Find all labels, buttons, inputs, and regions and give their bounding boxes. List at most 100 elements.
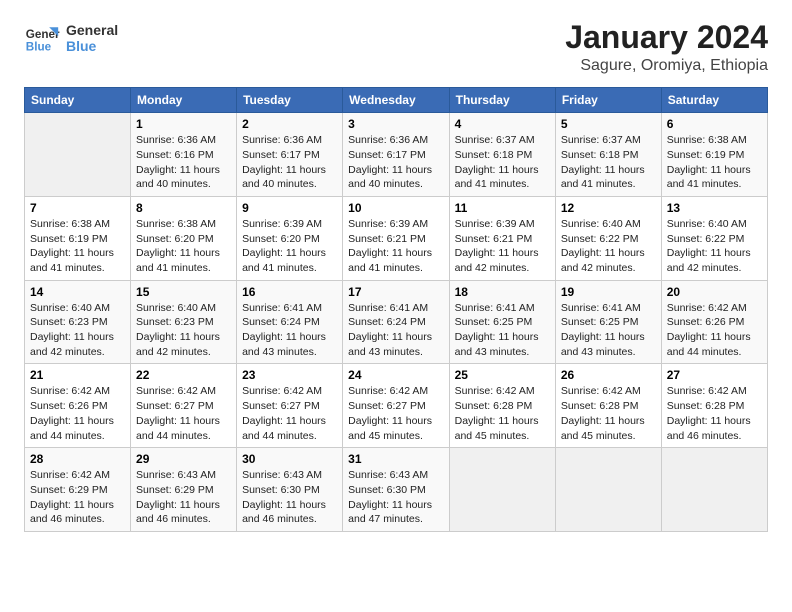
weekday-header-wednesday: Wednesday	[343, 88, 449, 113]
logo-line2: Blue	[66, 38, 118, 54]
weekday-header-saturday: Saturday	[661, 88, 767, 113]
calendar-cell: 17Sunrise: 6:41 AM Sunset: 6:24 PM Dayli…	[343, 280, 449, 364]
calendar-cell: 24 Sunrise: 6:42 AM Sunset: 6:27 PM Dayli…	[343, 364, 449, 448]
day-number: 7	[30, 201, 125, 215]
day-detail: Sunrise: 6:37 AM Sunset: 6:18 PM Dayligh…	[561, 133, 656, 192]
calendar-cell: 5 Sunrise: 6:37 AM Sunset: 6:18 PM Daylig…	[555, 113, 661, 197]
day-number: 29	[136, 452, 231, 466]
day-number: 15	[136, 285, 231, 299]
calendar-cell: 14 Sunrise: 6:40 AM Sunset: 6:23 PM Dayli…	[25, 280, 131, 364]
day-detail: Sunrise: 6:42 AM Sunset: 6:28 PM Dayligh…	[561, 384, 656, 443]
day-number: 9	[242, 201, 337, 215]
weekday-header-sunday: Sunday	[25, 88, 131, 113]
day-detail: Sunrise: 6:43 AM Sunset: 6:30 PM Dayligh…	[242, 468, 337, 527]
logo-icon: General Blue	[24, 20, 60, 56]
calendar-cell: 4 Sunrise: 6:37 AM Sunset: 6:18 PM Daylig…	[449, 113, 555, 197]
calendar-cell: 7 Sunrise: 6:38 AM Sunset: 6:19 PM Daylig…	[25, 196, 131, 280]
calendar-week-3: 14 Sunrise: 6:40 AM Sunset: 6:23 PM Dayli…	[25, 280, 768, 364]
day-number: 11	[455, 201, 550, 215]
day-number: 14	[30, 285, 125, 299]
day-number: 16	[242, 285, 337, 299]
calendar-cell: 10 Sunrise: 6:39 AM Sunset: 6:21 PM Dayli…	[343, 196, 449, 280]
day-number: 18	[455, 285, 550, 299]
day-detail: Sunrise: 6:36 AM Sunset: 6:17 PM Dayligh…	[242, 133, 337, 192]
day-detail: Sunrise: 6:41 AM Sunset: 6:25 PM Dayligh…	[561, 301, 656, 360]
weekday-header-row: SundayMondayTuesdayWednesdayThursdayFrid…	[25, 88, 768, 113]
day-detail: Sunrise: 6:42 AM Sunset: 6:27 PM Dayligh…	[348, 384, 443, 443]
day-detail: Sunrise: 6:42 AM Sunset: 6:28 PM Dayligh…	[455, 384, 550, 443]
calendar-week-2: 7 Sunrise: 6:38 AM Sunset: 6:19 PM Daylig…	[25, 196, 768, 280]
calendar-cell: 28Sunrise: 6:42 AM Sunset: 6:29 PM Dayli…	[25, 448, 131, 532]
calendar-cell: 12 Sunrise: 6:40 AM Sunset: 6:22 PM Dayli…	[555, 196, 661, 280]
weekday-header-tuesday: Tuesday	[237, 88, 343, 113]
day-number: 30	[242, 452, 337, 466]
calendar-cell: 13Sunrise: 6:40 AM Sunset: 6:22 PM Dayli…	[661, 196, 767, 280]
calendar-cell: 11Sunrise: 6:39 AM Sunset: 6:21 PM Dayli…	[449, 196, 555, 280]
day-number: 17	[348, 285, 443, 299]
day-detail: Sunrise: 6:43 AM Sunset: 6:30 PM Dayligh…	[348, 468, 443, 527]
day-detail: Sunrise: 6:42 AM Sunset: 6:26 PM Dayligh…	[667, 301, 762, 360]
calendar-cell: 27Sunrise: 6:42 AM Sunset: 6:28 PM Dayli…	[661, 364, 767, 448]
calendar-week-4: 21 Sunrise: 6:42 AM Sunset: 6:26 PM Dayli…	[25, 364, 768, 448]
logo-line1: General	[66, 22, 118, 38]
day-detail: Sunrise: 6:38 AM Sunset: 6:19 PM Dayligh…	[667, 133, 762, 192]
day-detail: Sunrise: 6:37 AM Sunset: 6:18 PM Dayligh…	[455, 133, 550, 192]
day-detail: Sunrise: 6:41 AM Sunset: 6:24 PM Dayligh…	[242, 301, 337, 360]
calendar-cell: 8Sunrise: 6:38 AM Sunset: 6:20 PM Daylig…	[131, 196, 237, 280]
day-detail: Sunrise: 6:39 AM Sunset: 6:21 PM Dayligh…	[348, 217, 443, 276]
calendar-cell	[25, 113, 131, 197]
day-number: 4	[455, 117, 550, 131]
day-detail: Sunrise: 6:40 AM Sunset: 6:23 PM Dayligh…	[30, 301, 125, 360]
day-detail: Sunrise: 6:42 AM Sunset: 6:27 PM Dayligh…	[136, 384, 231, 443]
weekday-header-monday: Monday	[131, 88, 237, 113]
day-number: 31	[348, 452, 443, 466]
day-number: 5	[561, 117, 656, 131]
subtitle: Sagure, Oromiya, Ethiopia	[565, 57, 768, 75]
logo: General Blue General Blue	[24, 20, 118, 56]
day-number: 12	[561, 201, 656, 215]
day-detail: Sunrise: 6:41 AM Sunset: 6:25 PM Dayligh…	[455, 301, 550, 360]
weekday-header-friday: Friday	[555, 88, 661, 113]
day-detail: Sunrise: 6:42 AM Sunset: 6:26 PM Dayligh…	[30, 384, 125, 443]
title-area: January 2024 Sagure, Oromiya, Ethiopia	[565, 20, 768, 75]
day-number: 20	[667, 285, 762, 299]
day-number: 10	[348, 201, 443, 215]
day-number: 1	[136, 117, 231, 131]
day-detail: Sunrise: 6:38 AM Sunset: 6:19 PM Dayligh…	[30, 217, 125, 276]
day-detail: Sunrise: 6:36 AM Sunset: 6:17 PM Dayligh…	[348, 133, 443, 192]
day-number: 27	[667, 368, 762, 382]
calendar-cell: 21 Sunrise: 6:42 AM Sunset: 6:26 PM Dayli…	[25, 364, 131, 448]
calendar-cell: 9Sunrise: 6:39 AM Sunset: 6:20 PM Daylig…	[237, 196, 343, 280]
calendar-table: SundayMondayTuesdayWednesdayThursdayFrid…	[24, 87, 768, 532]
calendar-cell: 26Sunrise: 6:42 AM Sunset: 6:28 PM Dayli…	[555, 364, 661, 448]
day-number: 21	[30, 368, 125, 382]
calendar-cell: 29 Sunrise: 6:43 AM Sunset: 6:29 PM Dayli…	[131, 448, 237, 532]
day-detail: Sunrise: 6:40 AM Sunset: 6:23 PM Dayligh…	[136, 301, 231, 360]
header: General Blue General Blue January 2024 S…	[24, 20, 768, 75]
day-detail: Sunrise: 6:36 AM Sunset: 6:16 PM Dayligh…	[136, 133, 231, 192]
day-number: 2	[242, 117, 337, 131]
svg-text:Blue: Blue	[26, 41, 52, 54]
calendar-cell: 31 Sunrise: 6:43 AM Sunset: 6:30 PM Dayli…	[343, 448, 449, 532]
calendar-cell: 30 Sunrise: 6:43 AM Sunset: 6:30 PM Dayli…	[237, 448, 343, 532]
day-number: 19	[561, 285, 656, 299]
day-detail: Sunrise: 6:40 AM Sunset: 6:22 PM Dayligh…	[561, 217, 656, 276]
calendar-cell: 1 Sunrise: 6:36 AM Sunset: 6:16 PM Daylig…	[131, 113, 237, 197]
calendar-cell	[555, 448, 661, 532]
calendar-body: 1 Sunrise: 6:36 AM Sunset: 6:16 PM Daylig…	[25, 113, 768, 532]
calendar-week-1: 1 Sunrise: 6:36 AM Sunset: 6:16 PM Daylig…	[25, 113, 768, 197]
calendar-cell: 3 Sunrise: 6:36 AM Sunset: 6:17 PM Daylig…	[343, 113, 449, 197]
calendar-cell	[449, 448, 555, 532]
day-number: 25	[455, 368, 550, 382]
calendar-cell: 22Sunrise: 6:42 AM Sunset: 6:27 PM Dayli…	[131, 364, 237, 448]
day-number: 3	[348, 117, 443, 131]
day-number: 6	[667, 117, 762, 131]
day-number: 24	[348, 368, 443, 382]
day-number: 23	[242, 368, 337, 382]
day-detail: Sunrise: 6:43 AM Sunset: 6:29 PM Dayligh…	[136, 468, 231, 527]
calendar-week-5: 28Sunrise: 6:42 AM Sunset: 6:29 PM Dayli…	[25, 448, 768, 532]
day-number: 28	[30, 452, 125, 466]
day-detail: Sunrise: 6:40 AM Sunset: 6:22 PM Dayligh…	[667, 217, 762, 276]
calendar-cell: 20 Sunrise: 6:42 AM Sunset: 6:26 PM Dayli…	[661, 280, 767, 364]
calendar-cell: 16 Sunrise: 6:41 AM Sunset: 6:24 PM Dayli…	[237, 280, 343, 364]
